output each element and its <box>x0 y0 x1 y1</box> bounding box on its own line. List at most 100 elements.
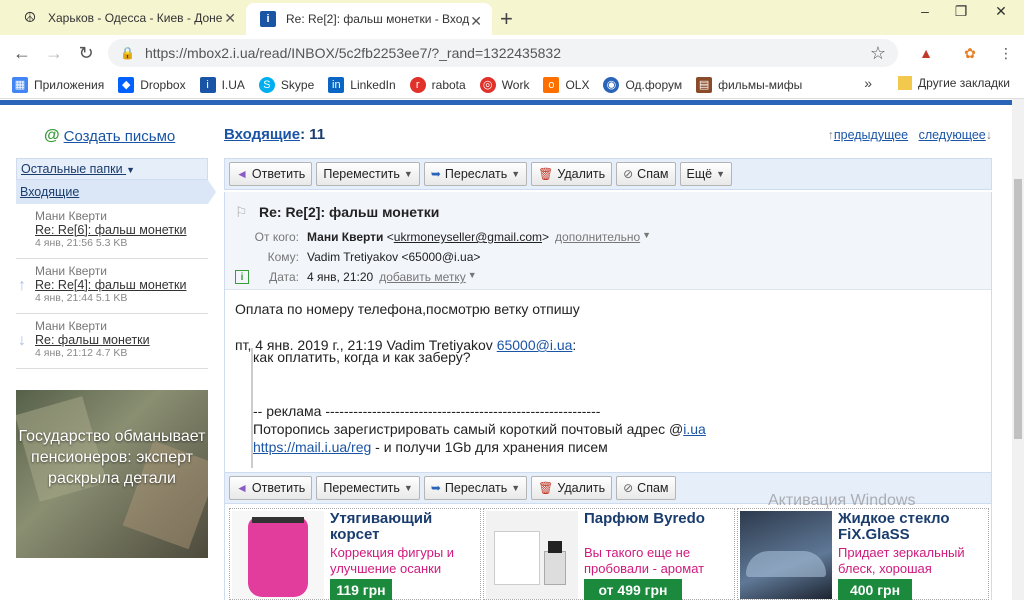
product-card[interactable]: Жидкое стекло FiX.GlaSS Придает зеркальн… <box>737 508 989 600</box>
bookmark-iua[interactable]: i I.UA <box>199 76 245 93</box>
register-link[interactable]: https://mail.i.ua/reg <box>253 439 371 455</box>
reply-button[interactable]: ◄ Ответить <box>229 476 313 500</box>
scrollbar-thumb[interactable] <box>1014 179 1022 439</box>
perfume-image <box>486 511 578 599</box>
product-title[interactable]: Жидкое стекло FiX.GlaSS <box>838 511 988 543</box>
at-icon: @ <box>44 127 60 144</box>
compose-label[interactable]: Создать письмо <box>64 128 176 145</box>
spam-button[interactable]: ⊘ Спам <box>616 476 676 500</box>
other-folders-dropdown[interactable]: Остальные папки ▼ <box>16 158 208 180</box>
sidebar-item-inbox[interactable]: Входящие <box>16 180 216 204</box>
date-row: Дата: 4 янв, 21:20 добавить метку ▼ <box>225 270 477 288</box>
forward-button[interactable]: ➥ Переслать ▼ <box>423 162 528 186</box>
scrollbar[interactable] <box>1012 99 1024 600</box>
next-link[interactable]: следующее <box>919 128 986 142</box>
compose-link[interactable]: @ Создать письмо <box>16 120 208 152</box>
bookmark-films[interactable]: ▤ фильмы-мифы <box>696 76 802 93</box>
quoted-text: как оплатить, когда и как заберу? -- рек… <box>251 348 811 468</box>
flag-icon[interactable]: ⚐ <box>235 204 248 221</box>
delete-button[interactable]: 🗑 Удалить <box>531 476 613 500</box>
url-text: https://mbox2.i.ua/read/INBOX/5c2fb2253e… <box>144 45 561 61</box>
spam-button[interactable]: ⊘ Спам <box>616 162 676 186</box>
arrow-up-icon: ↑ <box>18 277 26 294</box>
thread-subject[interactable]: Re: Re[6]: фальш монетки <box>35 223 204 237</box>
product-price[interactable]: от 499 грн <box>584 579 682 600</box>
close-window-icon[interactable]: ✕ <box>986 0 1016 22</box>
bookmark-work[interactable]: ◎ Work <box>479 76 529 93</box>
product-card[interactable]: Парфюм Byredo Вы такого еще не пробовали… <box>483 508 735 600</box>
bookmark-other[interactable]: Другие закладки <box>898 76 1010 90</box>
thread-meta: 4 янв, 21:44 5.1 KB <box>35 292 128 304</box>
thread-meta: 4 янв, 21:56 5.3 KB <box>35 237 128 249</box>
bookmarks-bar: ▦ Приложения ◆ Dropbox i I.UA S Skype in Link… <box>0 71 1024 99</box>
product-price[interactable]: 400 грн <box>838 579 912 600</box>
bookmark-dropbox[interactable]: ◆ Dropbox <box>118 76 186 93</box>
olx-icon: o <box>543 76 560 93</box>
move-button[interactable]: Переместить ▼ <box>316 162 420 186</box>
chevron-down-icon: ▼ <box>511 169 521 179</box>
thread-from: Мани Кверти <box>35 264 107 278</box>
top-toolbar: ◄ Ответить Переместить ▼ ➥ Переслать ▼ 🗑 Удал… <box>224 158 992 190</box>
thread-item[interactable]: Мани Кверти Re: Re[6]: фальш монетки 4 я… <box>16 204 208 259</box>
close-icon[interactable]: ✕ <box>470 13 482 30</box>
thread-item[interactable]: ↑ Мани Кверти Re: Re[4]: фальш монетки 4… <box>16 259 208 314</box>
reply-button[interactable]: ◄ Ответить <box>229 162 313 186</box>
tab-mail[interactable]: i Re: Re[2]: фальш монетки - Вход ✕ <box>246 3 492 35</box>
product-price[interactable]: 119 грн <box>330 579 392 600</box>
product-title[interactable]: Парфюм Byredo <box>584 511 734 527</box>
product-card[interactable]: Утягивающий корсет Коррекция фигуры и ул… <box>229 508 481 600</box>
chevron-right-icon[interactable]: » <box>864 75 872 91</box>
tab-kharkov[interactable]: ☮ Харьков - Одесса - Киев - Доне ✕ <box>8 0 246 35</box>
pdf-icon[interactable]: ▲ <box>916 43 936 63</box>
message: ⚐ Re: Re[2]: фальш монетки От кого: Мани… <box>224 192 992 472</box>
minimize-icon[interactable]: – <box>910 0 940 22</box>
ad-line: Поторопись зарегистрировать самый коротк… <box>253 421 706 437</box>
bookmark-forum[interactable]: ◉ Од.форум <box>603 76 682 93</box>
extension-icon[interactable]: ✿ <box>960 43 980 63</box>
from-row: От кого: Мани Кверти < ukrmoneyseller@gma… <box>225 230 651 248</box>
move-button[interactable]: Переместить ▼ <box>316 476 420 500</box>
bookmark-linkedin[interactable]: in LinkedIn <box>328 76 396 93</box>
chevron-down-icon: ▼ <box>467 270 477 280</box>
thread-subject[interactable]: Re: Re[4]: фальш монетки <box>35 278 204 292</box>
forward-icon[interactable]: → <box>42 41 66 65</box>
prev-link[interactable]: предыдущее <box>834 128 908 142</box>
to-row: Кому: Vadim Tretiyakov <65000@i.ua> <box>225 250 481 268</box>
message-count: : 11 <box>300 126 326 143</box>
bookmark-skype[interactable]: S Skype <box>258 76 314 93</box>
details-link[interactable]: дополнительно <box>555 230 640 248</box>
product-desc: Коррекция фигуры и улучшение осанки <box>330 545 455 576</box>
iua-link[interactable]: i.ua <box>683 421 706 437</box>
forward-button[interactable]: ➥ Переслать ▼ <box>423 476 528 500</box>
info-icon[interactable]: i <box>235 270 249 284</box>
product-title[interactable]: Утягивающий корсет <box>330 511 480 543</box>
folder-icon <box>898 76 913 90</box>
product-desc: Придает зеркальный блеск, хорошая <box>838 545 965 576</box>
linkedin-icon: in <box>328 76 345 93</box>
delete-button[interactable]: 🗑 Удалить <box>531 162 613 186</box>
forward-icon: ➥ <box>430 167 441 181</box>
maximize-icon[interactable]: ❐ <box>946 0 976 22</box>
add-label-link[interactable]: добавить метку <box>379 270 466 288</box>
skype-icon: S <box>258 76 275 93</box>
close-icon[interactable]: ✕ <box>224 10 236 27</box>
sender-email[interactable]: ukrmoneyseller@gmail.com <box>394 230 542 248</box>
thread-subject[interactable]: Re: фальш монетки <box>35 333 204 347</box>
chevron-down-icon: ▼ <box>126 165 135 175</box>
bookmark-apps[interactable]: ▦ Приложения <box>12 76 104 93</box>
thread-item[interactable]: ↓ Мани Кверти Re: фальш монетки 4 янв, 2… <box>16 314 208 369</box>
new-tab-button[interactable]: + <box>500 6 513 32</box>
bookmark-rabota[interactable]: r rabota <box>409 76 466 93</box>
url-field[interactable]: 🔒 https://mbox2.i.ua/read/INBOX/5c2fb225… <box>108 39 898 67</box>
reload-icon[interactable]: ↻ <box>74 41 98 65</box>
arrow-down-icon: ↓ <box>985 128 992 142</box>
folder-title: Входящие: 11 <box>224 126 326 143</box>
menu-icon[interactable]: ⋮ <box>996 43 1016 63</box>
bookmark-olx[interactable]: o OLX <box>543 76 589 93</box>
iua-icon: i <box>260 11 276 27</box>
back-icon[interactable]: ← <box>10 41 34 65</box>
more-button[interactable]: Ещё ▼ <box>679 162 733 186</box>
sidebar-ad[interactable]: Государство обманывает пенсионеров: эксп… <box>16 390 208 558</box>
star-icon[interactable]: ☆ <box>870 43 886 64</box>
peace-icon: ☮ <box>23 9 37 25</box>
